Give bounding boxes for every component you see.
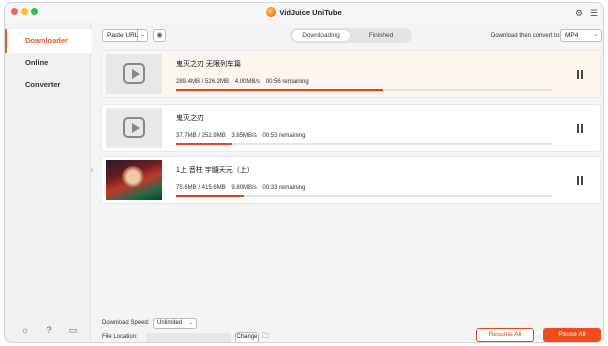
app-window: VidJuice UniTube ⚙ ☰ Downloader Online C… xyxy=(4,2,604,343)
menu-icon[interactable]: ☰ xyxy=(589,8,599,18)
progress-fill xyxy=(176,89,383,91)
download-size: 289.4MB / 526.2MB xyxy=(176,79,230,85)
speed-select[interactable]: Unlimited ⌄ xyxy=(153,318,197,329)
sidebar-bottom-tools: ☼ ? ▭ xyxy=(5,324,91,336)
pause-icon[interactable] xyxy=(576,124,584,133)
folder-icon[interactable]: 🗀 xyxy=(262,332,269,342)
title-bar: VidJuice UniTube ⚙ ☰ xyxy=(5,3,603,23)
file-location-label: File Location: xyxy=(102,334,138,340)
toolbar: Paste URL ⌄ ◉ Downloading Finished Downl… xyxy=(97,25,603,47)
speed-value: Unlimited xyxy=(157,320,183,326)
download-title: 1上 音柱 宇髓天元（上） xyxy=(176,167,254,174)
download-speed: 3.85MB/s xyxy=(231,133,257,139)
app-title: VidJuice UniTube xyxy=(5,7,603,18)
status-tabs: Downloading Finished xyxy=(290,28,412,43)
help-icon[interactable]: ? xyxy=(43,324,55,336)
pause-icon[interactable] xyxy=(576,176,584,185)
pause-icon[interactable] xyxy=(576,70,584,79)
paste-url-button[interactable]: Paste URL ⌄ xyxy=(102,29,148,42)
sidebar-item-downloader[interactable]: Downloader xyxy=(5,29,91,53)
download-size: 75.6MB / 415.6MB xyxy=(176,185,226,191)
download-meta: 289.4MB / 526.2MB 4.00MB/s 00:56 remaini… xyxy=(176,79,313,85)
download-meta: 75.6MB / 415.6MB 9.80MB/s 00:33 remainin… xyxy=(176,185,309,191)
app-logo-icon xyxy=(266,7,277,18)
download-meta: 37.7MB / 252.9MB 3.85MB/s 00:53 remainin… xyxy=(176,133,309,139)
bulb-icon[interactable]: ☼ xyxy=(19,324,31,336)
chevron-down-icon: ⌄ xyxy=(188,320,193,326)
format-select[interactable]: MP4 ⌄ xyxy=(560,29,602,42)
eye-icon[interactable]: ◉ xyxy=(153,29,166,42)
play-icon xyxy=(123,117,145,138)
sidebar-item-converter[interactable]: Converter xyxy=(5,73,91,97)
sidebar-item-online[interactable]: Online xyxy=(5,51,91,75)
download-title: 鬼灭之刃 无限列车篇 xyxy=(176,61,241,68)
download-remaining: 00:56 remaining xyxy=(265,79,309,85)
download-item[interactable]: 鬼灭之刃 无限列车篇 289.4MB / 526.2MB 4.00MB/s 00… xyxy=(101,50,601,98)
download-title: 鬼灭之刃 xyxy=(176,115,204,122)
progress-fill xyxy=(176,143,233,145)
progress-bar xyxy=(176,195,552,197)
collapse-sidebar-icon[interactable]: ‹ xyxy=(88,163,96,177)
download-speed-label: Download Speed: xyxy=(102,320,150,326)
play-icon xyxy=(123,63,145,84)
download-remaining: 00:33 remaining xyxy=(262,185,306,191)
download-speed: 9.80MB/s xyxy=(231,185,257,191)
download-remaining: 00:53 remaining xyxy=(262,133,306,139)
gear-icon[interactable]: ⚙ xyxy=(574,8,584,18)
video-thumbnail xyxy=(106,160,162,200)
download-item[interactable]: 1上 音柱 宇髓天元（上） 75.6MB / 415.6MB 9.80MB/s … xyxy=(101,156,601,204)
video-thumbnail xyxy=(106,54,162,94)
footer: Download Speed: Unlimited ⌄ File Locatio… xyxy=(97,314,603,342)
download-size: 37.7MB / 252.9MB xyxy=(176,133,226,139)
progress-bar xyxy=(176,89,552,91)
download-speed: 4.00MB/s xyxy=(234,79,261,85)
progress-fill xyxy=(176,195,244,197)
convert-label: Download then convert to: xyxy=(491,33,561,39)
tab-finished[interactable]: Finished xyxy=(352,30,410,41)
file-location-path xyxy=(146,333,231,342)
sidebar: Downloader Online Converter ☼ ? ▭ xyxy=(5,23,91,342)
app-title-text: VidJuice UniTube xyxy=(279,8,342,17)
chevron-down-icon[interactable]: ⌄ xyxy=(137,30,147,41)
resume-all-button[interactable]: Resume All xyxy=(476,328,534,342)
format-value: MP4 xyxy=(565,32,579,39)
video-thumbnail xyxy=(106,108,162,148)
pause-all-button[interactable]: Pause All xyxy=(543,328,601,342)
change-location-button[interactable]: Change xyxy=(235,332,259,342)
paste-url-label: Paste URL xyxy=(107,32,139,39)
chevron-down-icon: ⌄ xyxy=(592,32,598,38)
download-item[interactable]: 鬼灭之刃 37.7MB / 252.9MB 3.85MB/s 00:53 rem… xyxy=(101,104,601,152)
tab-downloading[interactable]: Downloading xyxy=(292,30,350,41)
feedback-icon[interactable]: ▭ xyxy=(67,324,79,336)
progress-bar xyxy=(176,143,552,145)
